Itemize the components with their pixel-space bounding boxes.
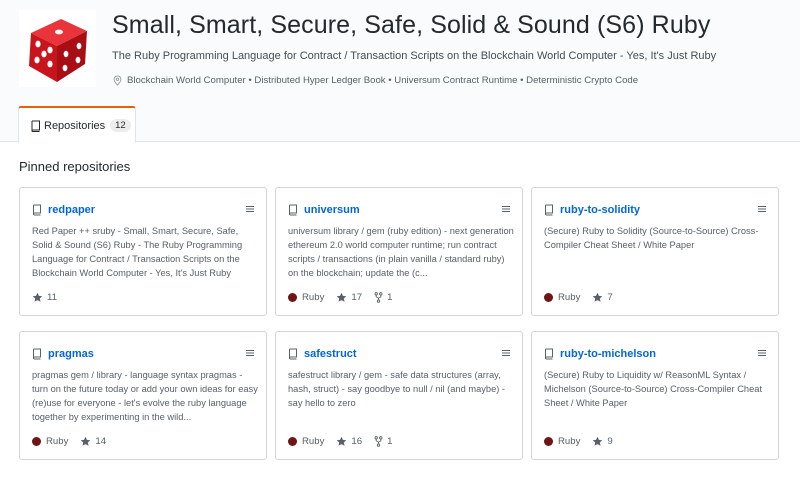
repo-icon: [544, 204, 553, 216]
star-count: 7: [607, 292, 613, 303]
repo-name-link[interactable]: safestruct: [304, 348, 357, 360]
location-pin-icon: [113, 75, 122, 86]
fork-count: 1: [387, 292, 393, 303]
repo-stars[interactable]: 9: [592, 436, 613, 447]
ruby-language-color-dot: [288, 293, 297, 302]
pinned-repo-card: pragmas pragmas gem / library - language…: [19, 331, 267, 460]
repo-description: (Secure) Ruby to Solidity (Source-to-Sou…: [544, 226, 759, 250]
repo-language: Ruby: [302, 292, 325, 303]
repo-name-link[interactable]: pragmas: [48, 348, 94, 360]
org-title: Small, Smart, Secure, Safe, Solid & Soun…: [112, 11, 711, 39]
repo-icon: [32, 204, 41, 216]
drag-handle-icon[interactable]: [502, 205, 510, 213]
repo-description: safestruct library / gem - safe data str…: [288, 370, 506, 408]
pinned-repo-card: ruby-to-solidity (Secure) Ruby to Solidi…: [531, 187, 779, 316]
star-icon: [81, 436, 91, 446]
repo-stars[interactable]: 7: [592, 292, 613, 303]
pinned-repositories-heading: Pinned repositories: [19, 159, 131, 174]
pinned-repo-card: universum universum library / gem (ruby …: [275, 187, 523, 316]
repo-stars[interactable]: 17: [336, 292, 362, 303]
tab-repositories[interactable]: Repositories 12: [18, 106, 136, 143]
repo-name-link[interactable]: ruby-to-solidity: [560, 204, 640, 216]
star-icon: [593, 292, 603, 302]
repo-icon: [32, 348, 41, 360]
drag-handle-icon[interactable]: [246, 205, 254, 213]
org-header: Small, Smart, Secure, Safe, Solid & Soun…: [0, 0, 800, 143]
repo-book-icon: [31, 120, 40, 132]
drag-handle-icon[interactable]: [758, 205, 766, 213]
repo-language: Ruby: [302, 436, 325, 447]
star-icon: [337, 292, 347, 302]
star-count: 16: [351, 436, 363, 447]
star-count: 11: [47, 292, 57, 303]
pinned-repo-card: ruby-to-michelson (Secure) Ruby to Liqui…: [531, 331, 779, 460]
dice-avatar[interactable]: [19, 10, 96, 87]
star-icon: [32, 292, 43, 302]
pinned-repo-card: redpaper Red Paper ++ sruby - Small, Sma…: [19, 187, 267, 316]
pinned-repo-card: safestruct safestruct library / gem - sa…: [275, 331, 523, 460]
repo-language: Ruby: [558, 292, 581, 303]
ruby-language-color-dot: [544, 437, 553, 446]
repo-stars[interactable]: 16: [336, 436, 362, 447]
drag-handle-icon[interactable]: [502, 349, 510, 357]
repo-icon: [288, 348, 297, 360]
star-icon: [593, 436, 603, 446]
ruby-language-color-dot: [288, 437, 297, 446]
repo-count-badge: 12: [110, 119, 131, 132]
fork-icon: [374, 436, 383, 447]
repo-stars[interactable]: 11: [32, 292, 57, 303]
repo-language: Ruby: [558, 436, 581, 447]
ruby-language-color-dot: [32, 437, 41, 446]
star-count: 9: [607, 436, 613, 447]
ruby-language-color-dot: [544, 293, 553, 302]
repo-language: Ruby: [46, 436, 69, 447]
repo-description: pragmas gem / library - language syntax …: [32, 370, 258, 422]
org-location: Blockchain World Computer • Distributed …: [112, 75, 638, 86]
repo-description: (Secure) Ruby to Liquidity w/ ReasonML S…: [544, 370, 763, 408]
fork-count: 1: [387, 436, 393, 447]
tab-repositories-label: Repositories: [44, 119, 106, 132]
org-location-text: Blockchain World Computer • Distributed …: [127, 75, 639, 86]
repo-name-link[interactable]: redpaper: [48, 204, 95, 216]
repo-icon: [544, 348, 553, 360]
repo-name-link[interactable]: ruby-to-michelson: [560, 348, 656, 360]
star-icon: [337, 436, 347, 446]
repo-icon: [288, 204, 297, 216]
repo-stars[interactable]: 14: [80, 436, 106, 447]
star-count: 14: [95, 436, 107, 447]
org-description: The Ruby Programming Language for Contra…: [112, 50, 717, 62]
repo-description: Red Paper ++ sruby - Small, Smart, Secur…: [32, 226, 243, 278]
fork-icon: [374, 292, 383, 303]
star-count: 17: [351, 292, 363, 303]
repo-forks[interactable]: 1: [374, 436, 392, 447]
repo-forks[interactable]: 1: [374, 292, 392, 303]
repo-name-link[interactable]: universum: [304, 204, 360, 216]
drag-handle-icon[interactable]: [246, 349, 254, 357]
repo-description: universum library / gem (ruby edition) -…: [288, 226, 514, 278]
drag-handle-icon[interactable]: [758, 349, 766, 357]
